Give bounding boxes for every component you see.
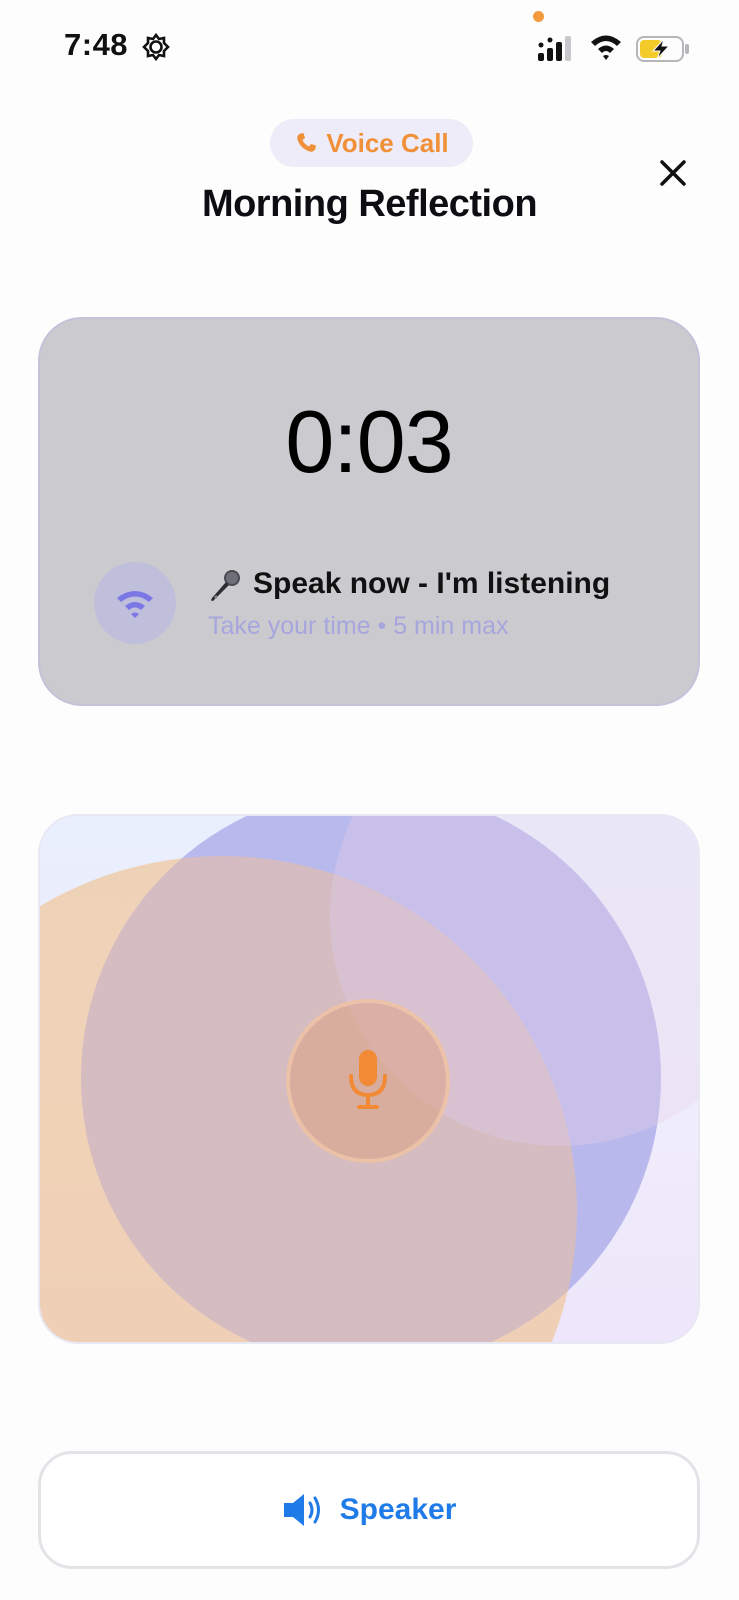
voice-call-label: Voice Call (326, 127, 449, 158)
speaker-button[interactable]: Speaker (38, 1451, 700, 1569)
gear-icon (142, 32, 170, 62)
listening-message: Speak now - I'm listening (253, 567, 611, 600)
status-bar: 7:48 (0, 0, 739, 100)
speaker-label: Speaker (339, 1493, 457, 1526)
voice-visualizer (38, 814, 700, 1344)
wifi-icon (591, 35, 621, 60)
microphone-button[interactable] (286, 999, 450, 1163)
speaker-icon (283, 1494, 320, 1526)
cellular-signal-icon (538, 36, 571, 61)
page-title: Morning Reflection (201, 183, 538, 225)
timer-card: 0:03 Speak now - I'm listening Take your… (38, 317, 700, 706)
microphone-emoji-icon (211, 570, 240, 601)
voice-call-pill: Voice Call (270, 119, 473, 167)
listening-hint: Take your time • 5 min max (208, 612, 509, 640)
wifi-broadcast-icon (117, 591, 153, 618)
battery-charging-icon (636, 36, 689, 62)
close-icon[interactable] (655, 155, 691, 191)
phone-icon (297, 133, 317, 152)
listening-indicator (94, 562, 176, 644)
call-timer: 0:03 (285, 392, 453, 491)
microphone-icon (349, 1050, 387, 1109)
privacy-indicator-dot (533, 11, 544, 22)
status-time: 7:48 (64, 27, 129, 62)
